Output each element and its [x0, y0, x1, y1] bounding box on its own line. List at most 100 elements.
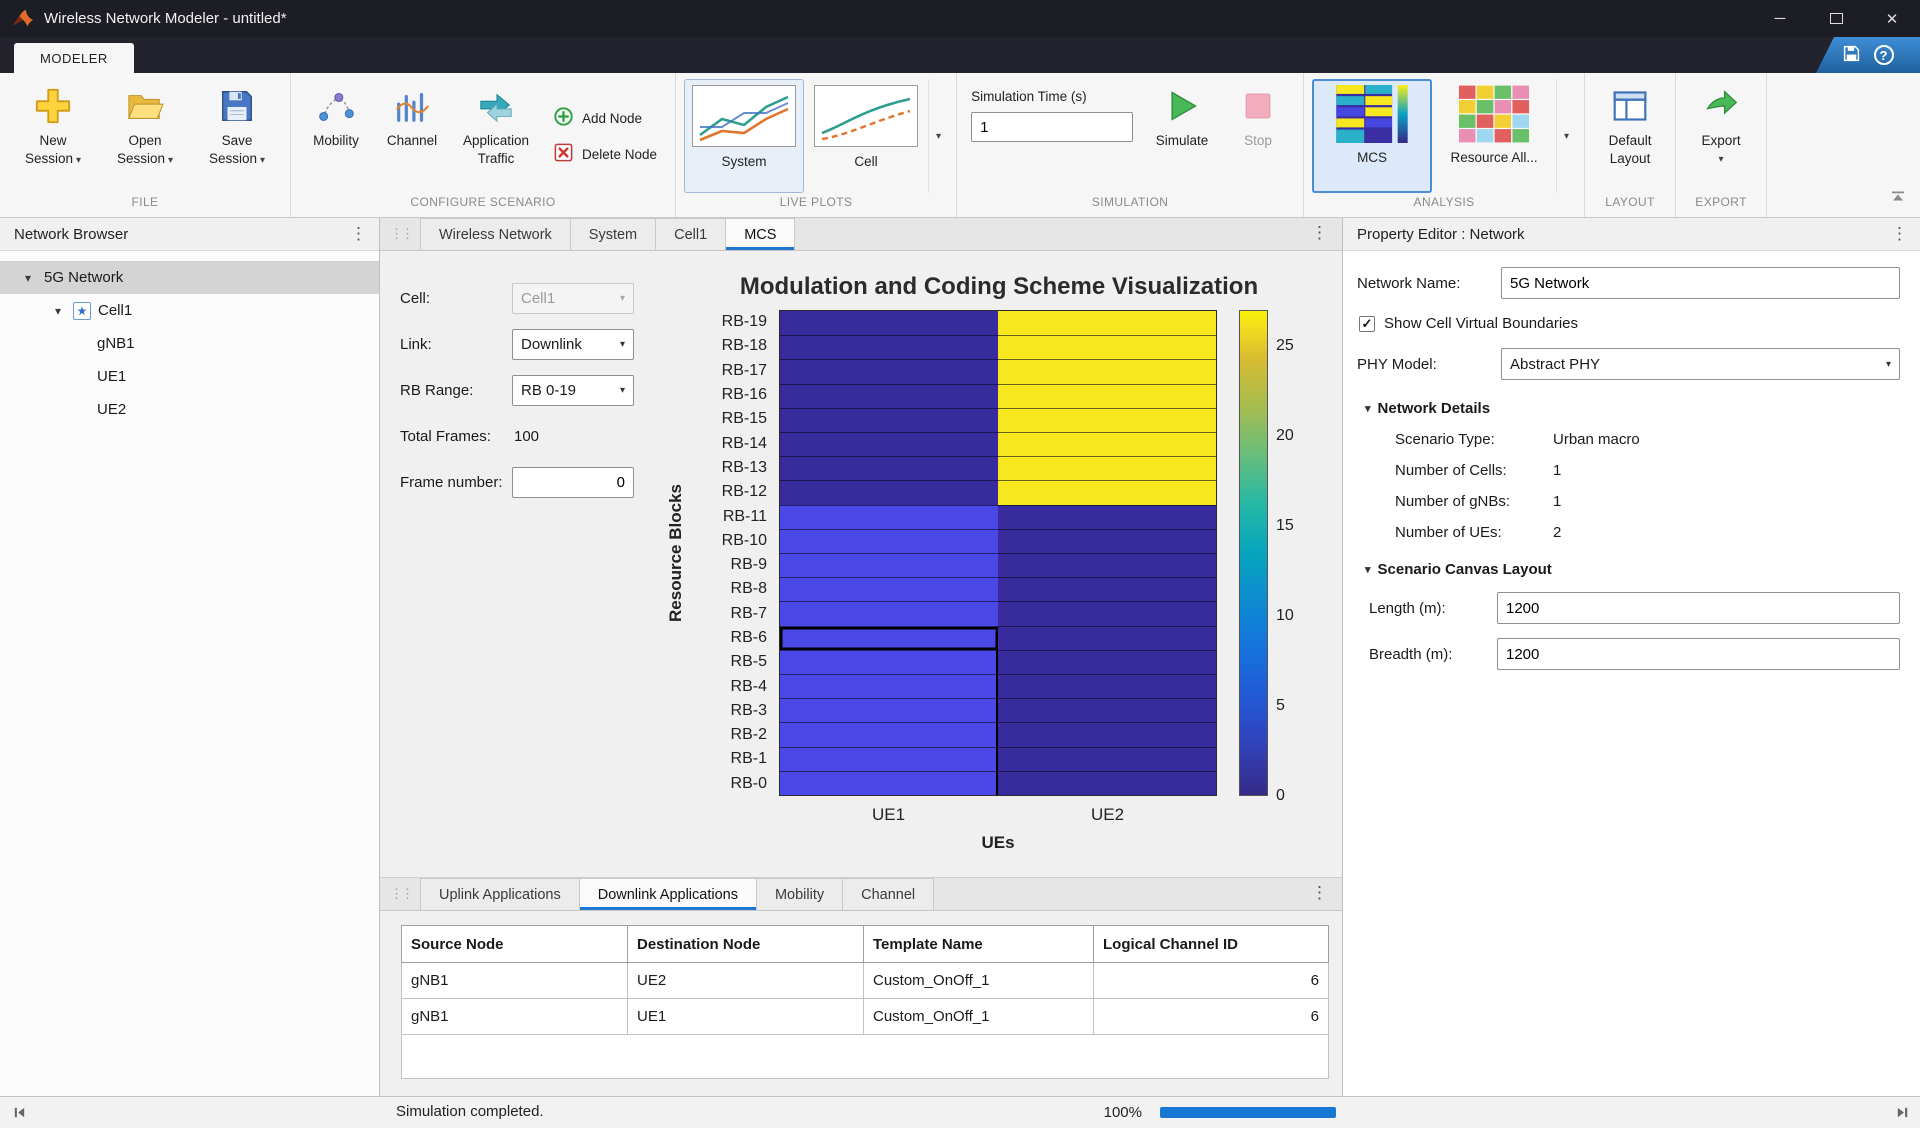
heatmap-cell-ue1-rb-16[interactable]: [780, 384, 998, 408]
heatmap-cell-ue1-rb-17[interactable]: [780, 359, 998, 383]
heatmap-cell-ue1-rb-8[interactable]: [780, 577, 998, 601]
save-session-button[interactable]: SaveSession▾: [192, 79, 282, 193]
tree-item-ue2[interactable]: UE2: [0, 393, 379, 426]
simulate-button[interactable]: Simulate: [1145, 79, 1219, 193]
help-icon[interactable]: ?: [1874, 45, 1894, 65]
default-layout-button[interactable]: DefaultLayout: [1593, 79, 1667, 193]
simulation-time-input[interactable]: [971, 112, 1133, 142]
collapse-toolstrip-button[interactable]: [1890, 189, 1906, 205]
application-traffic-button[interactable]: ApplicationTraffic: [451, 79, 541, 193]
heatmap-cell-ue1-rb-10[interactable]: [780, 529, 998, 553]
heatmap-cell-ue2-rb-7[interactable]: [998, 601, 1216, 625]
heatmap-cell-ue2-rb-12[interactable]: [998, 480, 1216, 504]
heatmap-cell-ue1-rb-1[interactable]: [780, 747, 998, 771]
tree-item-5g-network[interactable]: ▾ 5G Network: [0, 261, 379, 294]
cell-template-name[interactable]: Custom_OnOff_1: [864, 999, 1094, 1035]
scenario-canvas-layout-section-header[interactable]: ▾ Scenario Canvas Layout: [1365, 561, 1900, 578]
heatmap-cell-ue1-rb-12[interactable]: [780, 480, 998, 504]
heatmap-cell-ue2-rb-3[interactable]: [998, 698, 1216, 722]
show-boundaries-row[interactable]: ✓ Show Cell Virtual Boundaries: [1359, 315, 1900, 332]
heatmap-cell-ue1-rb-5[interactable]: [780, 650, 998, 674]
network-details-section-header[interactable]: ▾ Network Details: [1365, 400, 1900, 417]
heatmap-cell-ue2-rb-8[interactable]: [998, 577, 1216, 601]
tree-expand-icon[interactable]: ▾: [50, 304, 66, 318]
bottom-tab-bar-menu-icon[interactable]: ⋮: [1311, 883, 1328, 903]
frame-number-input[interactable]: [512, 467, 634, 498]
phy-model-dropdown[interactable]: Abstract PHY ▾: [1501, 348, 1900, 380]
cell-plot-button[interactable]: Cell: [806, 79, 926, 193]
cell-destination-node[interactable]: UE1: [628, 999, 864, 1035]
new-session-button[interactable]: NewSession▾: [8, 79, 98, 193]
skip-to-end-icon[interactable]: [1895, 1105, 1910, 1124]
heatmap-cell-ue2-rb-5[interactable]: [998, 650, 1216, 674]
heatmap-cell-ue1-rb-15[interactable]: [780, 408, 998, 432]
cell-dropdown[interactable]: Cell1 ▾: [512, 283, 634, 314]
heatmap-cell-ue1-rb-7[interactable]: [780, 601, 998, 625]
table-row[interactable]: gNB1 UE1 Custom_OnOff_1 6: [402, 999, 1329, 1035]
system-plot-button[interactable]: System: [684, 79, 804, 193]
cell-logical-channel-id[interactable]: 6: [1094, 963, 1329, 999]
add-node-button[interactable]: Add Node: [553, 106, 657, 130]
show-boundaries-checkbox[interactable]: ✓: [1359, 316, 1375, 332]
heatmap-cell-ue1-rb-14[interactable]: [780, 432, 998, 456]
panel-menu-icon[interactable]: ⋮: [350, 224, 367, 244]
heatmap-cell-ue2-rb-19[interactable]: [998, 311, 1216, 335]
maximize-button[interactable]: [1808, 0, 1864, 37]
delete-node-button[interactable]: Delete Node: [553, 142, 657, 166]
tab-bar-menu-icon[interactable]: ⋮: [1311, 223, 1328, 243]
heatmap-cell-ue2-rb-14[interactable]: [998, 432, 1216, 456]
live-plots-gallery-dropdown[interactable]: ▾: [928, 79, 948, 193]
heatmap-cell-ue2-rb-15[interactable]: [998, 408, 1216, 432]
skip-to-start-icon[interactable]: [12, 1105, 27, 1124]
heatmap-cell-ue1-rb-0[interactable]: [780, 771, 998, 795]
cell-source-node[interactable]: gNB1: [402, 963, 628, 999]
heatmap-cell-ue1-rb-13[interactable]: [780, 456, 998, 480]
heatmap-cell-ue2-rb-1[interactable]: [998, 747, 1216, 771]
cell-logical-channel-id[interactable]: 6: [1094, 999, 1329, 1035]
tab-mcs[interactable]: MCS: [725, 218, 795, 250]
tab-uplink-applications[interactable]: Uplink Applications: [420, 878, 579, 910]
rb-range-dropdown[interactable]: RB 0-19 ▾: [512, 375, 634, 406]
tab-wireless-network[interactable]: Wireless Network: [420, 218, 570, 250]
heatmap-cell-ue2-rb-4[interactable]: [998, 674, 1216, 698]
cell-destination-node[interactable]: UE2: [628, 963, 864, 999]
mcs-plot-button[interactable]: MCS: [1312, 79, 1432, 193]
link-dropdown[interactable]: Downlink ▾: [512, 329, 634, 360]
tab-modeler[interactable]: MODELER: [14, 43, 134, 73]
heatmap-cell-ue2-rb-10[interactable]: [998, 529, 1216, 553]
network-name-input[interactable]: [1501, 267, 1900, 299]
mobility-button[interactable]: Mobility: [299, 79, 373, 193]
cell-template-name[interactable]: Custom_OnOff_1: [864, 963, 1094, 999]
heatmap-cell-ue2-rb-13[interactable]: [998, 456, 1216, 480]
tab-downlink-applications[interactable]: Downlink Applications: [579, 878, 756, 910]
minimize-button[interactable]: ─: [1752, 0, 1808, 37]
analysis-gallery-dropdown[interactable]: ▾: [1556, 79, 1576, 193]
heatmap-cell-ue1-rb-6[interactable]: [780, 626, 998, 650]
tab-channel[interactable]: Channel: [842, 878, 934, 910]
heatmap-cell-ue2-rb-11[interactable]: [998, 505, 1216, 529]
stop-button[interactable]: Stop: [1221, 79, 1295, 193]
open-session-button[interactable]: OpenSession▾: [100, 79, 190, 193]
drag-grip-icon[interactable]: ⋮⋮: [390, 886, 412, 902]
channel-button[interactable]: Channel: [375, 79, 449, 193]
tab-mobility[interactable]: Mobility: [756, 878, 842, 910]
panel-menu-icon[interactable]: ⋮: [1891, 224, 1908, 244]
length-input[interactable]: [1497, 592, 1900, 624]
heatmap-cell-ue2-rb-0[interactable]: [998, 771, 1216, 795]
resource-allocation-plot-button[interactable]: Resource All...: [1434, 79, 1554, 193]
table-empty-row[interactable]: [402, 1035, 1329, 1079]
tab-system[interactable]: System: [570, 218, 655, 250]
tree-item-cell1[interactable]: ▾ ★ Cell1: [0, 294, 379, 327]
table-row[interactable]: gNB1 UE2 Custom_OnOff_1 6: [402, 963, 1329, 999]
heatmap-cell-ue1-rb-3[interactable]: [780, 698, 998, 722]
heatmap-cell-ue1-rb-2[interactable]: [780, 722, 998, 746]
tab-cell1[interactable]: Cell1: [655, 218, 725, 250]
heatmap-cell-ue1-rb-9[interactable]: [780, 553, 998, 577]
close-button[interactable]: ✕: [1864, 0, 1920, 37]
heatmap-cell-ue1-rb-18[interactable]: [780, 335, 998, 359]
heatmap-cell-ue1-rb-11[interactable]: [780, 505, 998, 529]
cell-source-node[interactable]: gNB1: [402, 999, 628, 1035]
export-button[interactable]: Export ▾: [1684, 79, 1758, 193]
drag-grip-icon[interactable]: ⋮⋮: [390, 226, 412, 242]
tree-item-ue1[interactable]: UE1: [0, 360, 379, 393]
